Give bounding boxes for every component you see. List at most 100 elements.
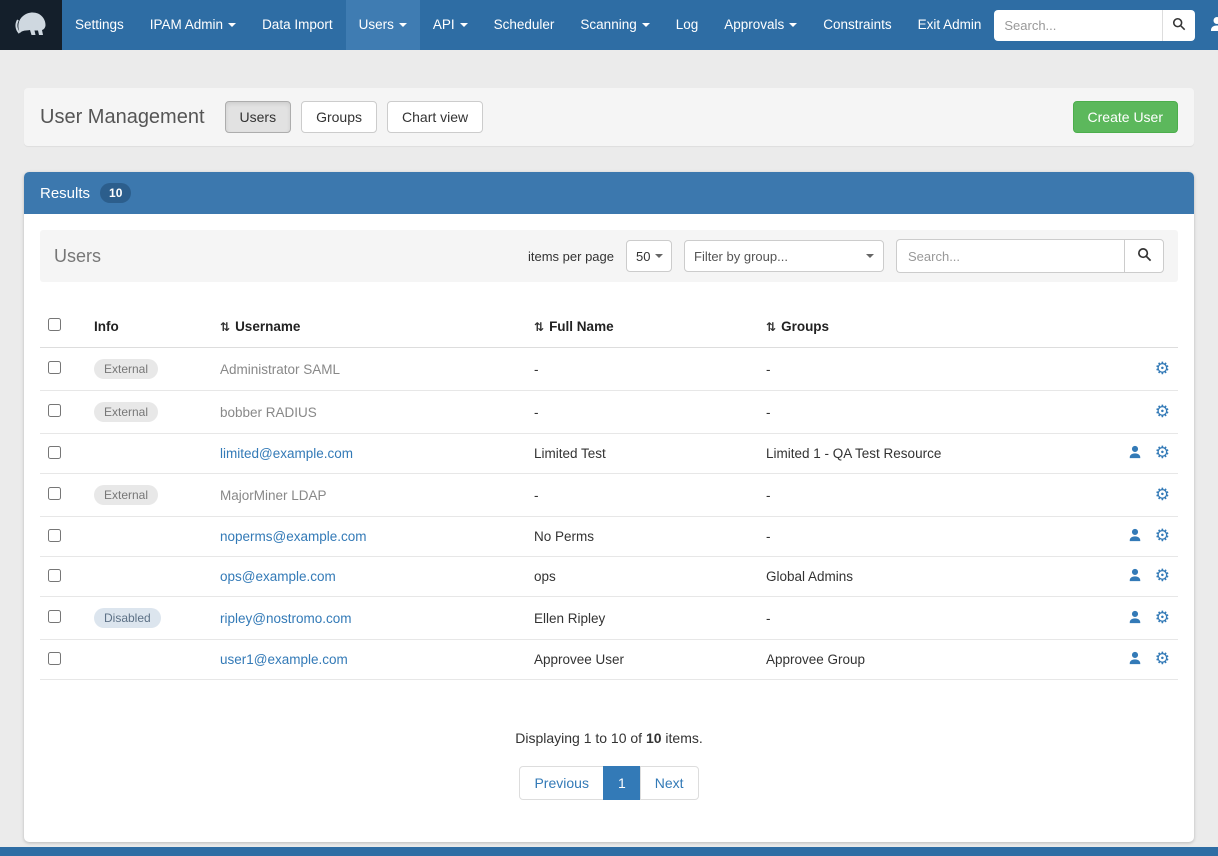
pagination-next[interactable]: Next bbox=[640, 766, 699, 800]
row-checkbox[interactable] bbox=[48, 404, 61, 417]
row-username[interactable]: user1@example.com bbox=[220, 652, 348, 667]
page-title: User Management bbox=[40, 106, 205, 129]
nav-item-approvals[interactable]: Approvals bbox=[711, 0, 810, 50]
col-header-info: Info bbox=[94, 319, 119, 334]
row-checkbox[interactable] bbox=[48, 446, 61, 459]
footer-bar bbox=[0, 847, 1218, 856]
chevron-down-icon bbox=[655, 254, 663, 258]
row-checkbox[interactable] bbox=[48, 610, 61, 623]
search-icon bbox=[1137, 247, 1152, 265]
group-filter-select[interactable]: Filter by group... bbox=[684, 240, 884, 272]
user-profile-icon[interactable] bbox=[1128, 610, 1142, 627]
table-search-button[interactable] bbox=[1124, 239, 1164, 273]
table-search-input[interactable] bbox=[896, 239, 1124, 273]
pagination-summary: Displaying 1 to 10 of 10 items. bbox=[40, 730, 1178, 746]
user-account-menu[interactable] bbox=[1209, 16, 1218, 35]
sort-icon: ⇅ bbox=[220, 320, 230, 334]
app-logo[interactable] bbox=[0, 0, 62, 50]
table-row: External MajorMiner LDAP - - ⚙ bbox=[40, 474, 1178, 517]
row-username[interactable]: ops@example.com bbox=[220, 569, 336, 584]
nav-item-api[interactable]: API bbox=[420, 0, 481, 50]
row-groups: - bbox=[758, 474, 1111, 517]
table-controls-bar: Users items per page 50 Filter by group.… bbox=[40, 230, 1178, 282]
nav-item-users[interactable]: Users bbox=[346, 0, 420, 50]
status-badge: Disabled bbox=[94, 608, 161, 628]
navbar-search-input[interactable] bbox=[994, 10, 1162, 41]
results-count-badge: 10 bbox=[100, 183, 131, 203]
nav-item-exit-admin[interactable]: Exit Admin bbox=[905, 0, 995, 50]
row-username: Administrator SAML bbox=[220, 362, 340, 377]
items-per-page-select[interactable]: 50 bbox=[626, 240, 672, 272]
pagination-previous[interactable]: Previous bbox=[519, 766, 603, 800]
row-checkbox[interactable] bbox=[48, 487, 61, 500]
nav-item-constraints[interactable]: Constraints bbox=[810, 0, 904, 50]
status-badge: External bbox=[94, 359, 158, 379]
user-profile-icon[interactable] bbox=[1128, 528, 1142, 545]
gear-icon[interactable]: ⚙ bbox=[1155, 404, 1170, 421]
view-tab-groups[interactable]: Groups bbox=[301, 101, 377, 133]
gear-icon[interactable]: ⚙ bbox=[1155, 445, 1170, 462]
row-groups: Approvee Group bbox=[758, 640, 1111, 680]
user-profile-icon[interactable] bbox=[1128, 568, 1142, 585]
view-tab-users[interactable]: Users bbox=[225, 101, 292, 133]
row-checkbox[interactable] bbox=[48, 569, 61, 582]
nav-item-ipam-admin[interactable]: IPAM Admin bbox=[137, 0, 249, 50]
user-profile-icon[interactable] bbox=[1128, 445, 1142, 462]
nav-item-log[interactable]: Log bbox=[663, 0, 712, 50]
results-panel: Results 10 Users items per page 50 Filte… bbox=[24, 172, 1194, 842]
row-groups: - bbox=[758, 597, 1111, 640]
row-checkbox[interactable] bbox=[48, 529, 61, 542]
table-header-row: Info ⇅Username ⇅Full Name ⇅Groups bbox=[40, 308, 1178, 348]
gear-icon[interactable]: ⚙ bbox=[1155, 610, 1170, 627]
row-username[interactable]: limited@example.com bbox=[220, 446, 353, 461]
page-header-bar: User Management Users Groups Chart view Cr… bbox=[24, 88, 1194, 146]
table-controls: items per page 50 Filter by group... bbox=[528, 239, 1164, 273]
navbar-search-button[interactable] bbox=[1162, 10, 1195, 41]
gear-icon[interactable]: ⚙ bbox=[1155, 651, 1170, 668]
chevron-down-icon bbox=[460, 23, 468, 27]
status-badge: External bbox=[94, 402, 158, 422]
table-search bbox=[896, 239, 1164, 273]
navbar-right bbox=[994, 10, 1218, 41]
row-username[interactable]: noperms@example.com bbox=[220, 529, 367, 544]
users-table-body: External Administrator SAML - - ⚙ Extern… bbox=[40, 348, 1178, 680]
gear-icon[interactable]: ⚙ bbox=[1155, 487, 1170, 504]
col-header-fullname[interactable]: ⇅Full Name bbox=[526, 308, 758, 348]
gear-icon[interactable]: ⚙ bbox=[1155, 568, 1170, 585]
user-icon bbox=[1209, 16, 1218, 35]
table-row: External bobber RADIUS - - ⚙ bbox=[40, 391, 1178, 434]
table-row: noperms@example.com No Perms - ⚙ bbox=[40, 517, 1178, 557]
nav-item-scanning[interactable]: Scanning bbox=[567, 0, 662, 50]
table-row: ops@example.com ops Global Admins ⚙ bbox=[40, 557, 1178, 597]
nav-menu: SettingsIPAM AdminData ImportUsersAPISch… bbox=[62, 0, 994, 50]
row-checkbox[interactable] bbox=[48, 652, 61, 665]
mammoth-logo-icon bbox=[11, 7, 51, 44]
pagination-page-1[interactable]: 1 bbox=[603, 766, 641, 800]
results-panel-heading: Results 10 bbox=[24, 172, 1194, 214]
gear-icon[interactable]: ⚙ bbox=[1155, 361, 1170, 378]
items-per-page-label: items per page bbox=[528, 249, 614, 264]
row-fullname: ops bbox=[526, 557, 758, 597]
row-username[interactable]: ripley@nostromo.com bbox=[220, 611, 352, 626]
col-header-groups[interactable]: ⇅Groups bbox=[758, 308, 1111, 348]
col-header-username[interactable]: ⇅Username bbox=[212, 308, 526, 348]
create-user-button[interactable]: Create User bbox=[1073, 101, 1178, 133]
pagination: Previous 1 Next bbox=[40, 766, 1178, 800]
table-row: Disabled ripley@nostromo.com Ellen Riple… bbox=[40, 597, 1178, 640]
sort-icon: ⇅ bbox=[766, 320, 776, 334]
table-row: limited@example.com Limited Test Limited… bbox=[40, 434, 1178, 474]
search-icon bbox=[1172, 17, 1186, 34]
table-row: user1@example.com Approvee User Approvee… bbox=[40, 640, 1178, 680]
nav-item-scheduler[interactable]: Scheduler bbox=[481, 0, 568, 50]
nav-item-data-import[interactable]: Data Import bbox=[249, 0, 346, 50]
view-tabs: Users Groups Chart view bbox=[225, 101, 494, 133]
sort-icon: ⇅ bbox=[534, 320, 544, 334]
gear-icon[interactable]: ⚙ bbox=[1155, 528, 1170, 545]
view-tab-chart-view[interactable]: Chart view bbox=[387, 101, 483, 133]
nav-item-settings[interactable]: Settings bbox=[62, 0, 137, 50]
top-navbar: SettingsIPAM AdminData ImportUsersAPISch… bbox=[0, 0, 1218, 50]
row-checkbox[interactable] bbox=[48, 361, 61, 374]
select-all-checkbox[interactable] bbox=[48, 318, 61, 331]
row-fullname: Limited Test bbox=[526, 434, 758, 474]
user-profile-icon[interactable] bbox=[1128, 651, 1142, 668]
